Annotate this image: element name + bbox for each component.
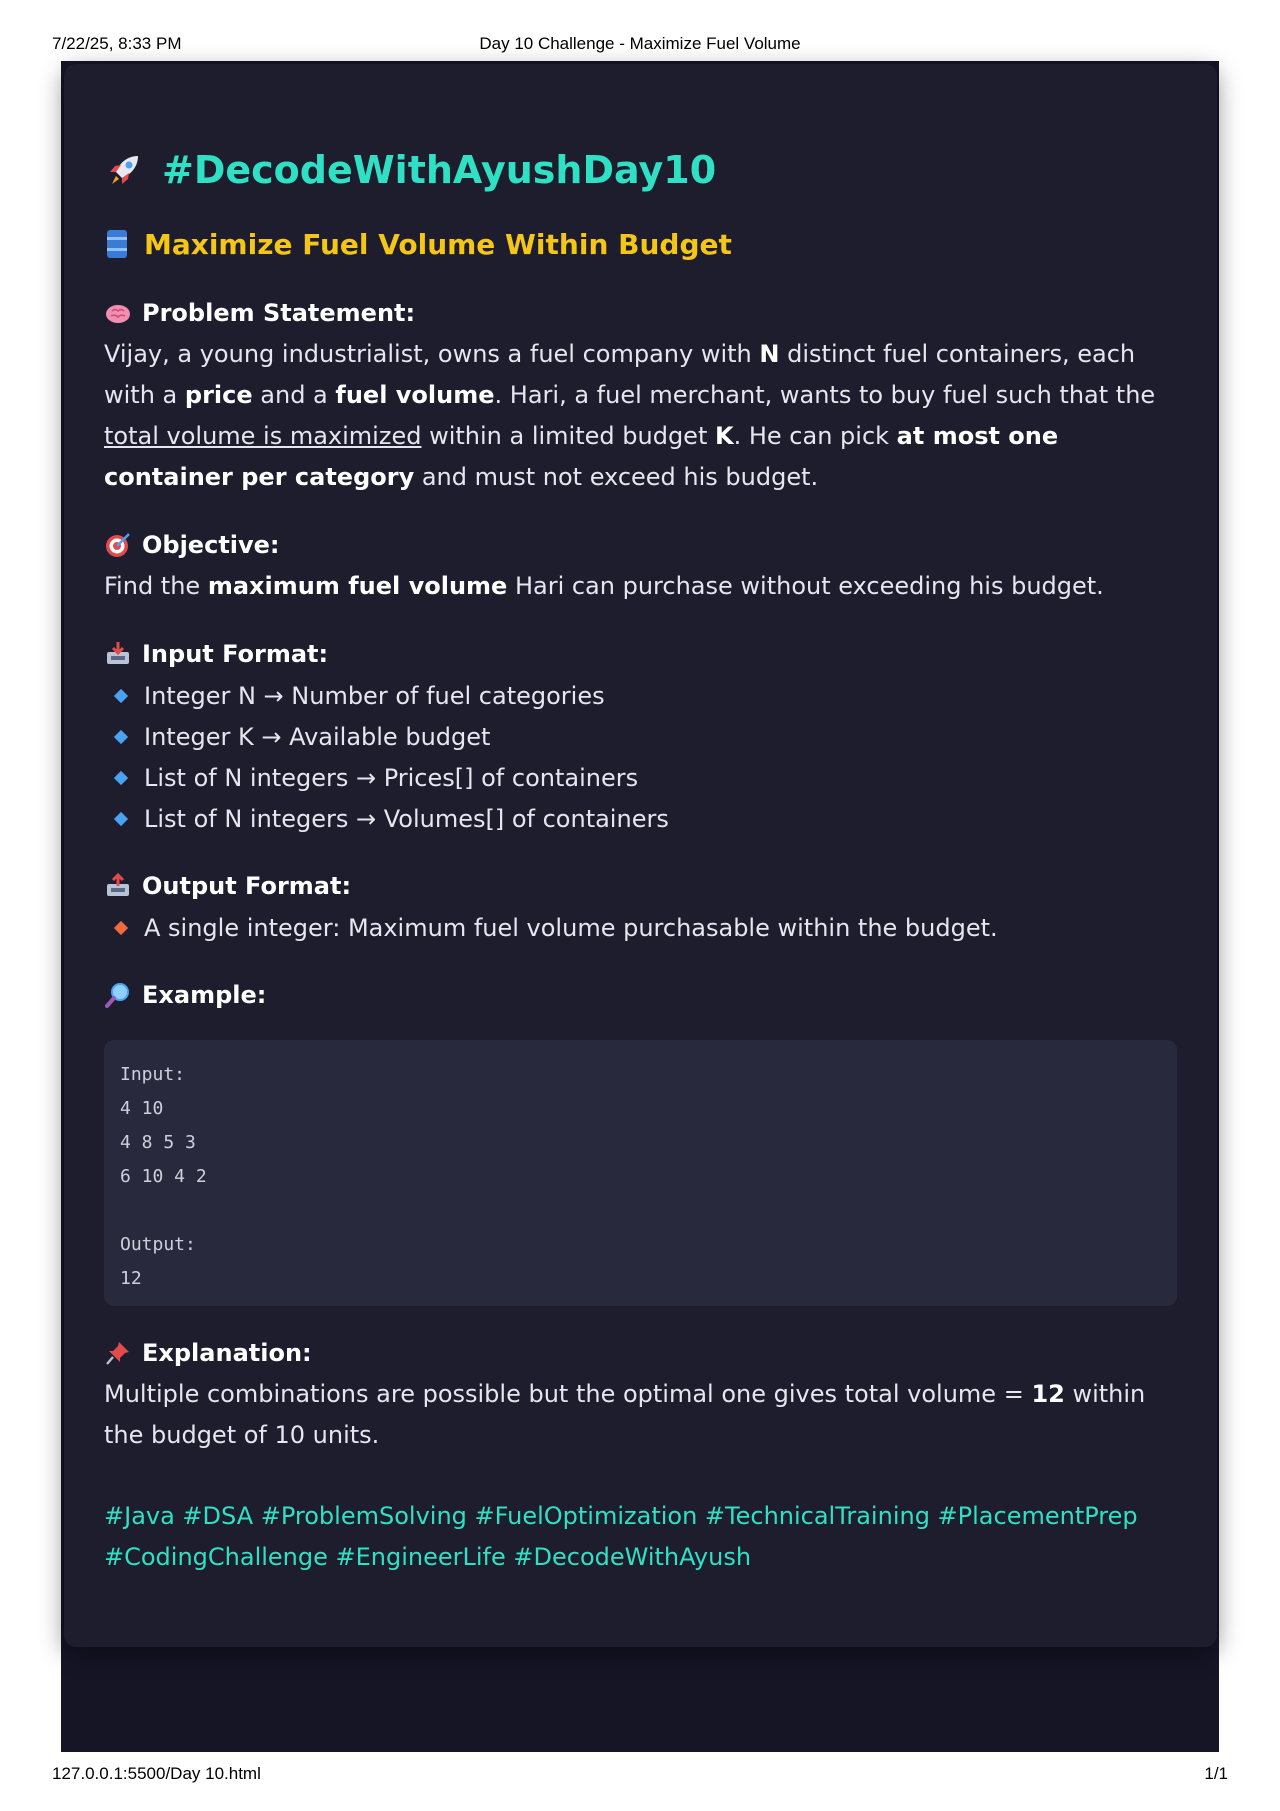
example-section: Example: Input: 4 10 4 8 5 3 6 10 4 2 Ou… xyxy=(104,978,1177,1306)
output-format-section: Output Format: A single integer: Maximum… xyxy=(104,869,1177,948)
problem-section: Problem Statement: Vijay, a young indust… xyxy=(104,296,1177,498)
example-heading: Example: xyxy=(104,978,1177,1012)
objective-section: Objective: Find the maximum fuel volume … xyxy=(104,528,1177,607)
print-url: 127.0.0.1:5500/Day 10.html xyxy=(52,1764,261,1783)
blue-diamond-icon xyxy=(113,770,129,785)
explanation-heading: Explanation: xyxy=(104,1336,1177,1370)
barrel-icon xyxy=(107,230,127,258)
problem-text: Vijay, a young industrialist, owns a fue… xyxy=(104,340,1156,491)
example-code-block: Input: 4 10 4 8 5 3 6 10 4 2 Output: 12 xyxy=(104,1040,1177,1306)
output-format-list: A single integer: Maximum fuel volume pu… xyxy=(104,907,1177,948)
target-icon xyxy=(106,533,130,557)
input-format-list: Integer N → Number of fuel categories In… xyxy=(104,675,1177,839)
blue-diamond-icon xyxy=(113,729,129,744)
input-format-heading: Input Format: xyxy=(104,637,1177,671)
list-item: A single integer: Maximum fuel volume pu… xyxy=(104,907,1177,948)
print-page-number: 1/1 xyxy=(1204,1764,1228,1783)
problem-heading-text: Problem Statement: xyxy=(142,299,416,327)
challenge-card: #DecodeWithAyushDay10 Maximize Fuel Volu… xyxy=(64,64,1217,1647)
explanation-section: Explanation: Multiple combinations are p… xyxy=(104,1336,1177,1456)
output-format-heading-text: Output Format: xyxy=(142,872,352,900)
input-format-section: Input Format: Integer N → Number of fuel… xyxy=(104,637,1177,839)
hashtags: #Java #DSA #ProblemSolving #FuelOptimiza… xyxy=(104,1502,1138,1571)
page-title: #DecodeWithAyushDay10 xyxy=(104,142,1177,198)
blue-diamond-icon xyxy=(113,688,129,703)
objective-heading-text: Objective: xyxy=(142,531,280,559)
objective-heading: Objective: xyxy=(104,528,1177,562)
pushpin-icon xyxy=(106,1342,129,1365)
page-subtitle-text: Maximize Fuel Volume Within Budget xyxy=(144,227,732,261)
rocket-icon xyxy=(110,156,138,184)
outbox-tray-icon xyxy=(107,872,129,896)
orange-diamond-icon xyxy=(113,920,129,935)
page-subtitle: Maximize Fuel Volume Within Budget xyxy=(104,222,1177,266)
brain-icon xyxy=(106,305,130,323)
explanation-heading-text: Explanation: xyxy=(142,1339,312,1367)
input-format-heading-text: Input Format: xyxy=(142,640,329,668)
print-footer: 127.0.0.1:5500/Day 10.html 1/1 xyxy=(0,1760,1280,1790)
inbox-tray-icon xyxy=(107,642,129,664)
output-format-heading: Output Format: xyxy=(104,869,1177,903)
blue-diamond-icon xyxy=(113,811,129,826)
print-title: Day 10 Challenge - Maximize Fuel Volume xyxy=(479,34,801,53)
magnifier-icon xyxy=(105,983,129,1008)
list-item: Integer K → Available budget xyxy=(104,716,1177,757)
page-title-text: #DecodeWithAyushDay10 xyxy=(162,148,717,192)
list-item: List of N integers → Volumes[] of contai… xyxy=(104,798,1177,839)
print-header: 7/22/25, 8:33 PM Day 10 Challenge - Maxi… xyxy=(0,30,1280,60)
objective-text: Find the maximum fuel volume Hari can pu… xyxy=(104,572,1104,600)
example-heading-text: Example: xyxy=(142,981,267,1009)
explanation-text: Multiple combinations are possible but t… xyxy=(104,1380,1146,1449)
problem-heading: Problem Statement: xyxy=(104,296,1177,330)
list-item: List of N integers → Prices[] of contain… xyxy=(104,757,1177,798)
list-item: Integer N → Number of fuel categories xyxy=(104,675,1177,716)
